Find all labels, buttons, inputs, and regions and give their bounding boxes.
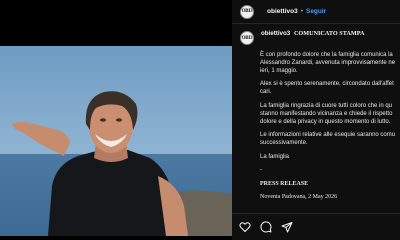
follow-button[interactable]: Seguir	[306, 8, 326, 15]
post-image-pane	[0, 0, 232, 240]
press-release-label: PRESS RELEASE	[260, 180, 309, 187]
caption-paragraph: La famiglia	[260, 153, 400, 161]
separator-dot: •	[300, 8, 303, 15]
share-icon[interactable]	[281, 221, 293, 233]
caption-line: È con profondo dolore che la famiglia co…	[260, 51, 393, 58]
caption-line: La famiglia ringrazia di cuore tutti col…	[260, 102, 393, 109]
post-sidebar: OBI3 obiettivo3 • Seguir OBI3 obiettivo3…	[232, 0, 400, 240]
caption-line: successivamente.	[260, 140, 308, 146]
caption-line: Alex si è spento serenamente, circondato…	[260, 81, 394, 87]
date-line: Noventa Padovana, 2 May 2026	[260, 194, 338, 200]
caption-line: La famiglia	[260, 153, 290, 160]
caption-header: obiettivo3 COMUNICATO STAMPA	[261, 29, 365, 39]
caption-title: COMUNICATO STAMPA	[293, 30, 365, 37]
action-bar	[232, 213, 400, 240]
photo-man-pointing	[0, 46, 232, 236]
caption-body: È con profondo dolore che la famiglia co…	[260, 51, 400, 202]
caption-line: Le informazioni relative alle esequie sa…	[260, 132, 396, 138]
post-username[interactable]: obiettivo3	[267, 8, 298, 15]
caption-line: cari.	[260, 89, 272, 95]
caption-paragraph: È con profondo dolore che la famiglia co…	[260, 51, 400, 75]
caption-paragraph: Le informazioni relative alle esequie sa…	[260, 131, 400, 147]
caption-paragraph: -	[260, 166, 400, 174]
comment-icon[interactable]	[260, 221, 272, 233]
heart-icon[interactable]	[239, 221, 251, 233]
post-photo[interactable]	[0, 46, 232, 236]
caption: OBI3 obiettivo3 COMUNICATO STAMPA È con …	[240, 29, 400, 201]
caption-avatar[interactable]: OBI3	[240, 31, 254, 45]
caption-line: ieri, 1 maggio.	[260, 67, 298, 74]
caption-paragraph: La famiglia ringrazia di cuore tutti col…	[260, 102, 400, 126]
post-header: OBI3 obiettivo3 • Seguir	[232, 0, 400, 24]
caption-line: dolore e della privacy in questo momento…	[260, 118, 391, 125]
caption-line: -	[260, 167, 262, 173]
caption-line: stanno manifestando vicinanza e chiede i…	[260, 110, 393, 117]
avatar[interactable]: OBI3	[240, 4, 254, 19]
caption-line: Alessandro Zanardi, avvenuta improvvisam…	[260, 59, 396, 66]
caption-username[interactable]: obiettivo3	[261, 30, 290, 37]
caption-paragraph: Alex si è spento serenamente, circondato…	[260, 80, 400, 96]
